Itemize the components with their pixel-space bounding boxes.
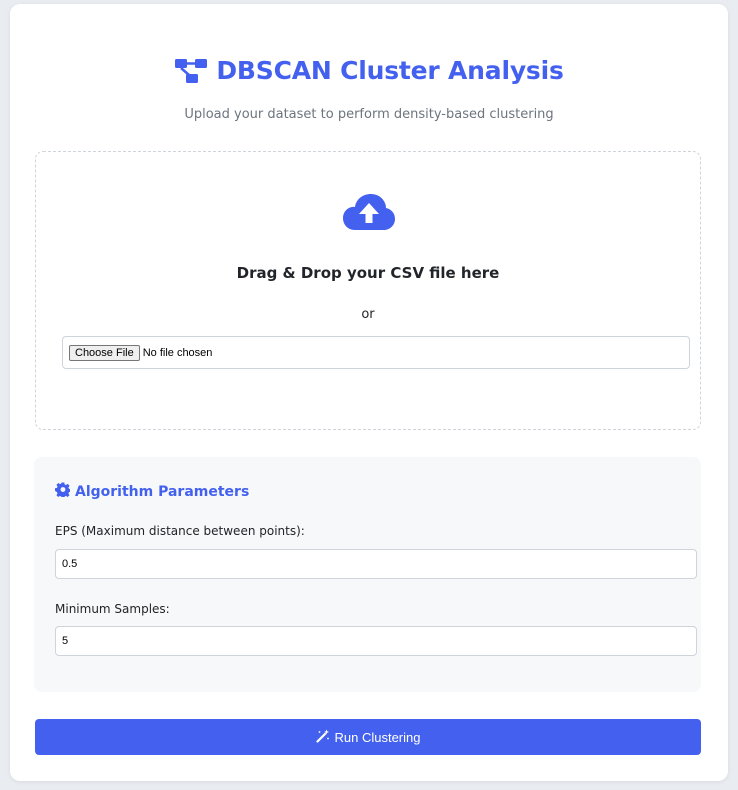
gear-icon	[55, 482, 71, 501]
page-header: DBSCAN Cluster Analysis	[10, 56, 728, 85]
algorithm-parameters-panel: Algorithm Parameters EPS (Maximum distan…	[34, 457, 701, 692]
page-title: DBSCAN Cluster Analysis	[216, 56, 564, 85]
parameters-heading: Algorithm Parameters	[55, 482, 249, 501]
file-status-text: No file chosen	[142, 346, 213, 359]
choose-file-button[interactable]: Choose File	[69, 344, 140, 361]
eps-input[interactable]	[55, 549, 697, 579]
run-clustering-button[interactable]: Run Clustering	[35, 719, 701, 755]
parameters-heading-label: Algorithm Parameters	[75, 483, 250, 500]
eps-label: EPS (Maximum distance between points):	[55, 524, 305, 538]
or-separator: or	[361, 307, 375, 322]
cloud-upload-icon	[343, 194, 395, 236]
page-subtitle: Upload your dataset to perform density-b…	[184, 107, 554, 122]
main-card: DBSCAN Cluster Analysis Upload your data…	[10, 4, 728, 781]
project-diagram-icon	[174, 57, 208, 85]
file-dropzone[interactable]: Drag & Drop your CSV file here or Choose…	[35, 151, 701, 430]
min-samples-input[interactable]	[55, 626, 697, 656]
file-input[interactable]: Choose File No file chosen	[62, 336, 690, 369]
drop-instructions: Drag & Drop your CSV file here	[236, 264, 500, 282]
min-samples-label: Minimum Samples:	[55, 602, 170, 616]
magic-wand-icon	[315, 729, 330, 746]
run-clustering-label: Run Clustering	[334, 729, 421, 745]
